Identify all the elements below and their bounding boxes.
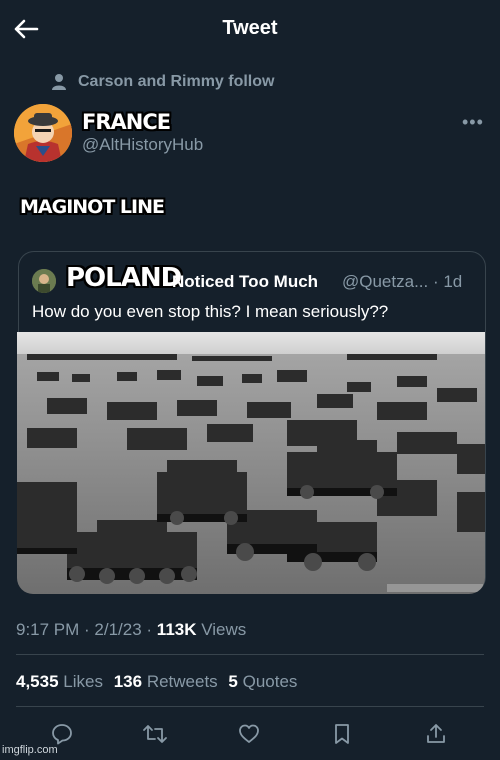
tweet-metadata: 9:17 PM · 2/1/23 · 113K Views [16,620,246,640]
like-button[interactable] [231,716,267,752]
bookmark-button[interactable] [324,716,360,752]
meme-caption-poland: POLAND [66,263,182,293]
likes-label: Likes [63,672,103,691]
watermark: imgflip.com [2,744,58,756]
social-context-text: Carson and Rimmy follow [78,73,275,90]
avatar-image [14,104,72,162]
share-icon [427,724,445,743]
army-column-photo [17,332,485,594]
quotes-count: 5 [228,672,238,691]
engagement-stats: 4,535 Likes 136 Retweets 5 Quotes [16,672,297,692]
likes-count: 4,535 [16,672,59,691]
quoted-avatar-image [32,269,56,293]
header-bar: Tweet [0,0,500,56]
person-icon [52,74,66,90]
reply-icon [52,724,72,745]
quoted-tweet-avatar[interactable] [32,269,56,293]
retweets-label: Retweets [146,672,218,691]
quoted-tweet-name[interactable]: Noticed Too Much [172,272,318,292]
quotes-label: Quotes [242,672,298,691]
retweet-button[interactable] [137,716,173,752]
retweets-count: 136 [113,672,143,691]
likes-stat[interactable]: 4,535 Likes [16,672,103,691]
quoted-tweet-handle: @Quetza... · 1d [342,272,463,291]
social-context[interactable]: Carson and Rimmy follow [50,72,274,92]
page-title: Tweet [222,17,278,39]
author-handle[interactable]: @AltHistoryHub [82,135,203,155]
meme-caption-maginot: MAGINOT LINE [20,196,165,218]
avatar[interactable] [14,104,72,162]
share-button[interactable] [418,716,454,752]
views-label: Views [196,620,247,639]
bookmark-icon [335,724,349,744]
retweet-icon [143,725,167,743]
quotes-stat[interactable]: 5 Quotes [228,672,297,691]
views-count: 113K [156,620,197,639]
quoted-tweet-photo[interactable] [17,332,485,594]
quoted-tweet-text: How do you even stop this? I mean seriou… [32,302,389,321]
more-icon[interactable]: ••• [462,112,484,133]
divider [16,706,484,707]
heart-icon [239,724,259,743]
tweet-time: 9:17 PM · 2/1/23 · [16,620,157,639]
divider [16,654,484,655]
meme-caption-france: FRANCE [82,110,171,134]
action-bar [0,716,500,752]
retweets-stat[interactable]: 136 Retweets [114,672,218,691]
